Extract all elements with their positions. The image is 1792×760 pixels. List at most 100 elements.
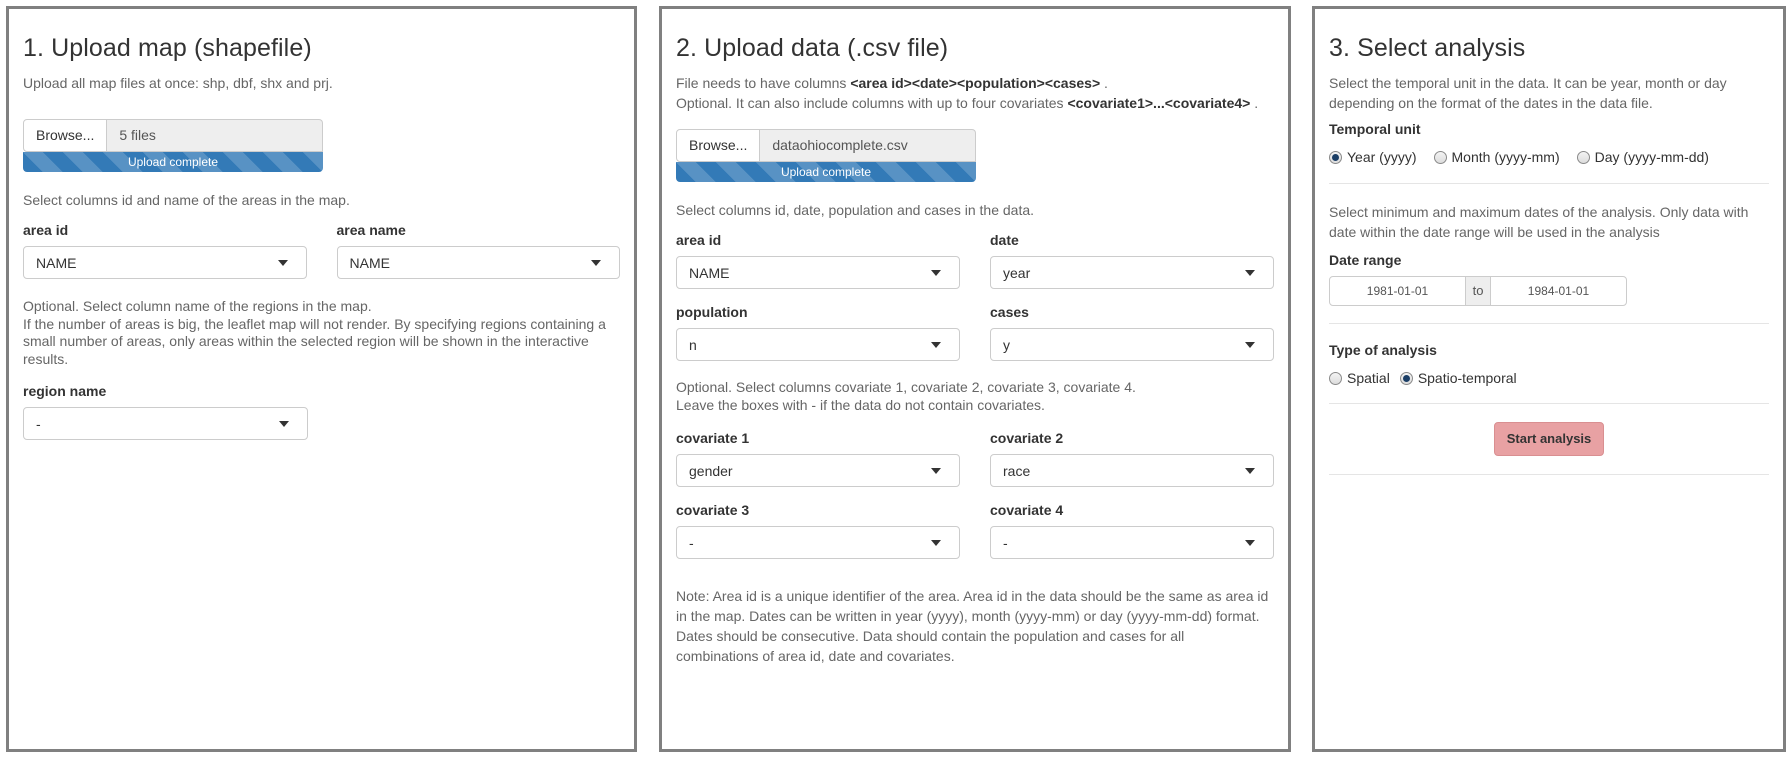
select-value: NAME [36, 254, 77, 271]
map-file-input: Browse... 5 files Upload complete [23, 119, 323, 172]
region-name-label: region name [23, 383, 107, 399]
select-value: NAME [689, 264, 730, 281]
panel-title: 1. Upload map (shapefile) [23, 34, 312, 62]
divider [1329, 474, 1769, 475]
divider [1329, 403, 1769, 404]
caret-down-icon [931, 539, 941, 546]
upload-map-help: Upload all map files at once: shp, dbf, … [23, 75, 333, 91]
area-id-select[interactable]: NAME [23, 246, 307, 279]
covariate-3-select[interactable]: - [676, 526, 960, 559]
radio-day[interactable]: Day (yyyy-mm-dd) [1576, 149, 1709, 165]
area-name-select[interactable]: NAME [336, 246, 620, 279]
covariate-3-label: covariate 3 [676, 502, 750, 518]
covariate-columns: <covariate1>...<covariate4> [1067, 95, 1251, 111]
radio-spatial[interactable]: Spatial [1329, 370, 1390, 386]
select-value: n [689, 336, 697, 353]
region-name-field: region name - [23, 383, 308, 440]
radio-spatio-temporal[interactable]: Spatio-temporal [1399, 370, 1517, 386]
area-name-label: area name [336, 222, 406, 238]
radio-selected-icon [1329, 150, 1342, 164]
date-select[interactable]: year [990, 256, 1274, 289]
select-value: race [1003, 462, 1031, 479]
radio-selected-icon [1399, 371, 1413, 385]
population-select[interactable]: n [676, 328, 960, 361]
upload-data-panel: 2. Upload data (.csv file) File needs to… [659, 6, 1291, 752]
area-name-field: area name NAME [336, 222, 620, 279]
population-field: population n [676, 304, 960, 361]
file-name-display: 5 files [107, 119, 323, 152]
date-end-input[interactable]: 1984-01-01 [1490, 276, 1627, 306]
upload-map-panel: 1. Upload map (shapefile) Upload all map… [6, 6, 637, 752]
caret-down-icon [1245, 467, 1255, 474]
date-start-input[interactable]: 1981-01-01 [1329, 276, 1466, 306]
covariates-help: Optional. It can also include columns wi… [676, 95, 1259, 111]
caret-down-icon [1245, 341, 1255, 348]
cases-label: cases [990, 304, 1029, 320]
date-label: date [990, 232, 1019, 248]
caret-down-icon [277, 259, 288, 266]
caret-down-icon [1245, 539, 1255, 546]
radio-month[interactable]: Month (yyyy-mm) [1433, 149, 1560, 165]
radio-year[interactable]: Year (yyyy) [1329, 149, 1417, 165]
file-name-display: dataohiocomplete.csv [760, 129, 976, 162]
cases-select[interactable]: y [990, 328, 1274, 361]
radio-icon [1576, 150, 1590, 164]
covariate-4-field: covariate 4 - [990, 502, 1274, 559]
radio-icon [1329, 371, 1342, 385]
temporal-unit-help: Select the temporal unit in the data. It… [1329, 75, 1727, 111]
radio-label: Month (yyyy-mm) [1451, 149, 1560, 165]
area-id-field: area id NAME [676, 232, 960, 289]
browse-button[interactable]: Browse... [676, 129, 761, 162]
covariate-1-select[interactable]: gender [676, 454, 960, 487]
covariate-2-field: covariate 2 race [990, 430, 1274, 487]
date-range-label: Date range [1329, 252, 1402, 268]
cases-field: cases y [990, 304, 1274, 361]
temporal-unit-label: Temporal unit [1329, 121, 1421, 137]
select-analysis-panel: 3. Select analysis Select the temporal u… [1312, 6, 1786, 752]
covariate-2-label: covariate 2 [990, 430, 1064, 446]
covariates-optional-line2: Leave the boxes with - if the data do no… [676, 396, 1045, 413]
covariate-4-label: covariate 4 [990, 502, 1064, 518]
select-value: gender [689, 462, 733, 479]
divider [1329, 323, 1769, 324]
area-id-label: area id [23, 222, 69, 238]
radio-label: Spatial [1347, 370, 1390, 386]
region-name-select[interactable]: - [23, 407, 308, 440]
panel-title: 3. Select analysis [1329, 34, 1526, 62]
covariates-optional-line1: Optional. Select columns covariate 1, co… [676, 379, 1136, 395]
select-value: year [1003, 264, 1031, 281]
date-range-input: 1981-01-01 to 1984-01-01 [1329, 276, 1629, 306]
caret-down-icon [591, 259, 601, 266]
date-to-label: to [1466, 276, 1490, 306]
select-value: - [1003, 534, 1008, 551]
select-value: - [36, 415, 41, 432]
region-optional-line2: If the number of areas is big, the leafl… [23, 315, 606, 367]
region-optional-line1: Optional. Select column name of the regi… [23, 298, 372, 314]
radio-label: Day (yyyy-mm-dd) [1594, 149, 1709, 165]
caret-down-icon [279, 420, 289, 427]
population-label: population [676, 304, 748, 320]
columns-requirement-help: File needs to have columns <area id><dat… [676, 75, 1108, 91]
panel-title: 2. Upload data (.csv file) [676, 34, 949, 62]
analysis-type-label: Type of analysis [1329, 342, 1437, 358]
upload-progress-bar: Upload complete [676, 162, 976, 182]
data-format-note: Note: Area id is a unique identifier of … [676, 588, 1269, 664]
caret-down-icon [931, 269, 941, 276]
select-columns-help: Select columns id, date, population and … [676, 202, 1035, 218]
area-id-select[interactable]: NAME [676, 256, 960, 289]
select-columns-help: Select columns id and name of the areas … [23, 192, 350, 208]
caret-down-icon [931, 467, 941, 474]
date-range-help: Select minimum and maximum dates of the … [1329, 204, 1749, 240]
start-analysis-button[interactable]: Start analysis [1493, 422, 1605, 456]
covariate-3-field: covariate 3 - [676, 502, 960, 559]
divider [1329, 183, 1769, 184]
area-id-field: area id NAME [23, 222, 307, 279]
browse-button[interactable]: Browse... [23, 119, 108, 152]
radio-icon [1433, 150, 1447, 164]
covariate-4-select[interactable]: - [990, 526, 1274, 559]
temporal-unit-radio-group: Year (yyyy) Month (yyyy-mm) Day (yyyy-mm… [1329, 149, 1769, 165]
covariate-2-select[interactable]: race [990, 454, 1274, 487]
date-field: date year [990, 232, 1274, 289]
caret-down-icon [931, 341, 941, 348]
caret-down-icon [1245, 269, 1255, 276]
